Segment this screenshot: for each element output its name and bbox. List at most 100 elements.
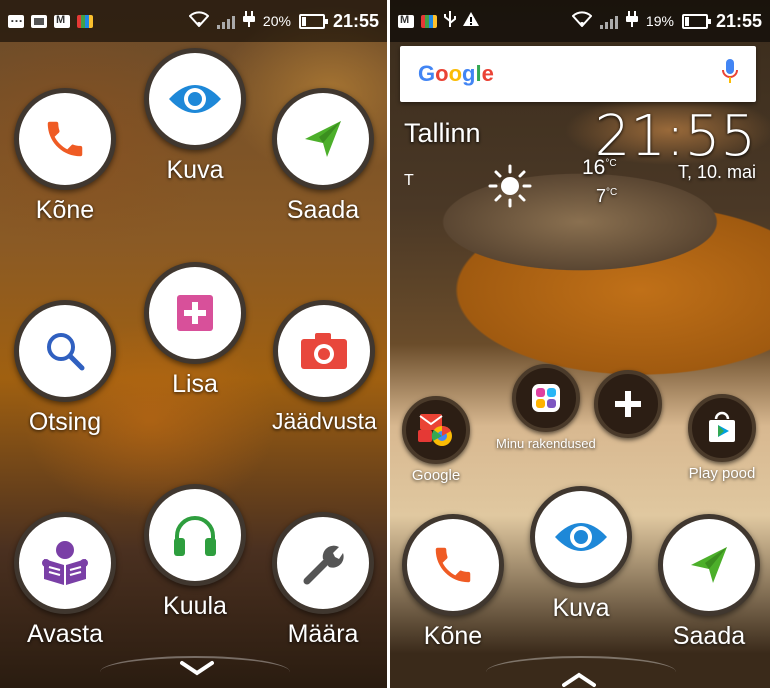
send-icon	[305, 121, 341, 157]
gmail-notification-icon	[398, 14, 414, 28]
wifi-icon	[571, 11, 593, 31]
status-bar: 20% 21:55	[0, 0, 387, 42]
shortcut-label: Minu rakendused	[496, 436, 596, 451]
app-otsing[interactable]: Otsing	[14, 300, 116, 437]
signal-icon	[216, 13, 235, 29]
camera-icon	[301, 333, 348, 369]
shortcut-bubble[interactable]	[402, 396, 470, 464]
eye-icon	[555, 523, 607, 551]
app-kuva[interactable]: Kuva	[144, 48, 246, 185]
app-bubble[interactable]	[272, 88, 374, 190]
app-label: Otsing	[28, 408, 102, 436]
sun-icon	[488, 164, 532, 213]
app-saada[interactable]: Saada	[272, 88, 374, 225]
dock-kuva[interactable]: Kuva	[530, 486, 632, 623]
app-kone[interactable]: Kõne	[14, 88, 116, 225]
temp-high: 16°C	[582, 156, 617, 179]
dock-kone[interactable]: Kõne	[402, 514, 504, 651]
eye-icon	[169, 85, 221, 113]
battery-icon	[298, 13, 328, 29]
app-bubble[interactable]	[530, 486, 632, 588]
app-label: Kõne	[35, 196, 95, 224]
app-bubble[interactable]	[144, 262, 246, 364]
search-icon	[47, 333, 85, 371]
image-notification-icon	[31, 14, 47, 28]
google-search-bar[interactable]: Google	[400, 46, 756, 102]
widget-date: T, 10. mai	[677, 162, 756, 182]
app-bubble[interactable]	[402, 514, 504, 616]
shortcut-add[interactable]	[594, 370, 662, 438]
app-bubble[interactable]	[14, 512, 116, 614]
clock: 21:55	[332, 10, 379, 31]
app-bubble[interactable]	[272, 512, 374, 614]
battery-icon	[681, 13, 711, 29]
charging-icon	[625, 11, 638, 31]
notification-icons	[398, 11, 572, 31]
app-avasta[interactable]: Avasta	[14, 512, 116, 649]
notification-icons	[8, 10, 189, 28]
google-folder-icon	[418, 414, 452, 446]
app-maara[interactable]: Määra	[272, 512, 374, 649]
battery-percent: 20%	[262, 13, 291, 29]
shortcut-bubble[interactable]	[688, 394, 756, 462]
shortcut-minu-rakendused[interactable]: Minu rakendused	[496, 364, 596, 452]
app-label: Avasta	[27, 620, 103, 648]
shortcut-bubble[interactable]	[511, 364, 580, 432]
app-bubble[interactable]	[14, 88, 116, 190]
app-label: Kuva	[552, 594, 610, 622]
apps-grid-icon	[531, 384, 560, 412]
message-notification-icon	[8, 10, 24, 28]
battery-percent: 19%	[645, 13, 674, 29]
right-phone-screen: 19% 21:55 Google Tallinn 21:55 T, 10. ma…	[390, 0, 770, 688]
app-bubble[interactable]	[14, 300, 116, 402]
reader-icon	[42, 541, 88, 585]
app-bubble[interactable]	[144, 484, 246, 586]
shortcut-google[interactable]: Google	[402, 396, 470, 484]
temp-low: 7°C	[596, 186, 618, 206]
app-label: Jäädvusta	[272, 408, 377, 434]
signal-icon	[599, 13, 618, 29]
weather-city: Tallinn	[404, 118, 481, 148]
left-phone-screen: 20% 21:55 Kõne Kuva Saada Otsing Lisa	[0, 0, 387, 688]
app-bubble[interactable]	[144, 48, 246, 150]
google-logo: Google	[418, 61, 494, 86]
play-store-icon	[709, 411, 735, 442]
app-notification-icon	[77, 14, 93, 28]
app-label: Kuula	[163, 592, 227, 620]
app-lisa[interactable]: Lisa	[144, 262, 246, 399]
shortcut-play-pood[interactable]: Play pood	[688, 394, 756, 482]
warning-icon	[463, 12, 479, 30]
app-label: Kõne	[423, 622, 483, 650]
app-label: Kuva	[166, 156, 224, 184]
shortcut-label: Google	[411, 467, 461, 484]
shortcut-label: Play pood	[688, 465, 756, 482]
wifi-icon	[188, 11, 210, 31]
phone-icon	[47, 121, 83, 157]
chevron-down-icon[interactable]	[180, 650, 214, 684]
shortcut-bubble[interactable]	[594, 370, 662, 438]
app-label: Lisa	[172, 370, 218, 398]
widget-clock[interactable]: 21:55	[595, 104, 756, 169]
app-label: Saada	[286, 196, 360, 224]
app-notification-icon	[421, 14, 437, 28]
app-kuula[interactable]: Kuula	[144, 484, 246, 621]
plus-icon	[177, 295, 213, 331]
app-bubble[interactable]	[273, 300, 376, 402]
charging-icon	[242, 11, 255, 31]
app-label: Määra	[287, 620, 359, 648]
status-bar: 19% 21:55	[390, 0, 770, 42]
microphone-icon[interactable]	[722, 58, 738, 90]
plus-icon	[615, 391, 641, 417]
dock-saada[interactable]: Saada	[658, 514, 760, 651]
wrench-icon	[303, 545, 344, 585]
phone-icon	[435, 547, 471, 583]
chevron-up-icon[interactable]	[562, 662, 596, 688]
send-icon	[691, 547, 727, 583]
gmail-notification-icon	[54, 14, 70, 28]
headphones-icon	[174, 516, 216, 556]
weather-day: T	[404, 172, 414, 189]
app-jaadvusta[interactable]: Jäädvusta	[272, 300, 377, 435]
clock: 21:55	[715, 10, 762, 31]
usb-icon	[444, 11, 456, 31]
app-bubble[interactable]	[658, 514, 760, 616]
